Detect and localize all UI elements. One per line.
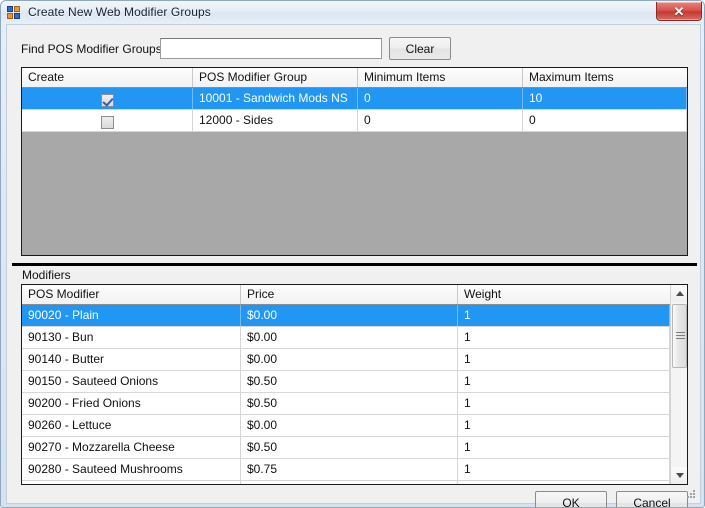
cell-price[interactable]: $0.00 (241, 327, 458, 348)
cell-weight[interactable]: 1 (458, 393, 670, 414)
column-header-pos-modifier[interactable]: POS Modifier (22, 285, 241, 304)
checkbox-checked-icon[interactable] (100, 93, 114, 107)
create-checkbox-cell[interactable] (22, 88, 193, 109)
cell-minimum[interactable]: 0 (358, 88, 523, 109)
scrollbar-grip-icon (676, 332, 685, 339)
table-row[interactable]: 12000 - Sides 0 0 (22, 110, 687, 132)
cell-modifier[interactable]: 90280 - Sauteed Mushrooms (22, 459, 241, 480)
clear-button-label: Clear (405, 41, 435, 56)
search-label: Find POS Modifier Groups (21, 42, 162, 56)
modifiers-grid[interactable]: POS Modifier Price Weight 90020 - Plain … (21, 284, 688, 485)
scroll-up-button[interactable] (671, 285, 687, 302)
window-title: Create New Web Modifier Groups (28, 5, 211, 19)
close-button[interactable]: ✕ (656, 2, 702, 21)
column-header-maximum[interactable]: Maximum Items (523, 68, 687, 87)
table-row[interactable]: 10001 - Sandwich Mods NS 0 10 (22, 88, 687, 110)
column-header-weight[interactable]: Weight (458, 285, 670, 304)
cell-modifier[interactable]: 90130 - Bun (22, 327, 241, 348)
groups-grid[interactable]: Create POS Modifier Group Minimum Items … (21, 67, 688, 256)
list-item[interactable]: 90020 - Plain $0.00 1 (22, 305, 687, 327)
dialog-client-area: Find POS Modifier Groups Clear Create PO… (6, 24, 702, 507)
section-separator (12, 263, 697, 266)
cell-group[interactable]: 10001 - Sandwich Mods NS (193, 88, 358, 109)
cell-price[interactable] (241, 481, 458, 484)
cell-price[interactable]: $0.50 (241, 371, 458, 392)
list-item[interactable]: 90280 - Sauteed Mushrooms $0.75 1 (22, 459, 687, 481)
groups-grid-header: Create POS Modifier Group Minimum Items … (22, 68, 687, 88)
list-item[interactable]: 90270 - Mozzarella Cheese $0.50 1 (22, 437, 687, 459)
cell-price[interactable]: $0.00 (241, 305, 458, 326)
cell-modifier[interactable]: 90260 - Lettuce (22, 415, 241, 436)
cell-weight[interactable] (458, 481, 670, 484)
cell-modifier[interactable] (22, 481, 241, 484)
cell-modifier[interactable]: 90020 - Plain (22, 305, 241, 326)
cell-weight[interactable]: 1 (458, 305, 670, 326)
search-input[interactable] (160, 38, 382, 59)
cell-weight[interactable]: 1 (458, 349, 670, 370)
scroll-down-button[interactable] (671, 467, 687, 484)
clear-button[interactable]: Clear (389, 37, 451, 60)
dialog-window: Create New Web Modifier Groups ✕ Find PO… (0, 0, 705, 508)
list-item[interactable]: 90140 - Butter $0.00 1 (22, 349, 687, 371)
cell-price[interactable]: $0.00 (241, 415, 458, 436)
cell-price[interactable]: $0.50 (241, 437, 458, 458)
modifiers-section-label: Modifiers (22, 268, 71, 282)
cell-weight[interactable]: 1 (458, 415, 670, 436)
resize-grip[interactable] (685, 488, 697, 500)
list-item[interactable]: 90260 - Lettuce $0.00 1 (22, 415, 687, 437)
column-header-group[interactable]: POS Modifier Group (193, 68, 358, 87)
cell-weight[interactable]: 1 (458, 371, 670, 392)
chevron-down-icon (675, 473, 684, 478)
cancel-button[interactable]: Cancel (616, 491, 688, 508)
modifiers-scrollbar[interactable] (670, 285, 687, 484)
cell-modifier[interactable]: 90270 - Mozzarella Cheese (22, 437, 241, 458)
title-bar[interactable]: Create New Web Modifier Groups ✕ (1, 1, 704, 23)
ok-button-label: OK (562, 496, 580, 508)
search-row: Find POS Modifier Groups Clear (7, 25, 702, 65)
ok-button[interactable]: OK (535, 491, 607, 508)
cell-maximum[interactable]: 0 (523, 110, 687, 131)
create-checkbox-cell[interactable] (22, 110, 193, 131)
scrollbar-thumb[interactable] (672, 304, 687, 368)
cell-price[interactable]: $0.50 (241, 393, 458, 414)
cell-group[interactable]: 12000 - Sides (193, 110, 358, 131)
cell-weight[interactable]: 1 (458, 327, 670, 348)
checkbox-unchecked-icon[interactable] (100, 115, 114, 129)
cell-modifier[interactable]: 90150 - Sauteed Onions (22, 371, 241, 392)
cell-maximum[interactable]: 10 (523, 88, 687, 109)
column-header-minimum[interactable]: Minimum Items (358, 68, 523, 87)
app-icon (6, 4, 22, 20)
list-item[interactable]: 90200 - Fried Onions $0.50 1 (22, 393, 687, 415)
chevron-up-icon (675, 291, 684, 296)
list-item[interactable] (22, 481, 687, 484)
list-item[interactable]: 90130 - Bun $0.00 1 (22, 327, 687, 349)
cell-weight[interactable]: 1 (458, 437, 670, 458)
close-icon: ✕ (673, 3, 685, 19)
column-header-price[interactable]: Price (241, 285, 458, 304)
modifiers-grid-header: POS Modifier Price Weight (22, 285, 687, 305)
cell-minimum[interactable]: 0 (358, 110, 523, 131)
list-item[interactable]: 90150 - Sauteed Onions $0.50 1 (22, 371, 687, 393)
cell-price[interactable]: $0.00 (241, 349, 458, 370)
cell-price[interactable]: $0.75 (241, 459, 458, 480)
column-header-create[interactable]: Create (22, 68, 193, 87)
cancel-button-label: Cancel (633, 496, 671, 508)
cell-modifier[interactable]: 90140 - Butter (22, 349, 241, 370)
cell-weight[interactable]: 1 (458, 459, 670, 480)
cell-modifier[interactable]: 90200 - Fried Onions (22, 393, 241, 414)
